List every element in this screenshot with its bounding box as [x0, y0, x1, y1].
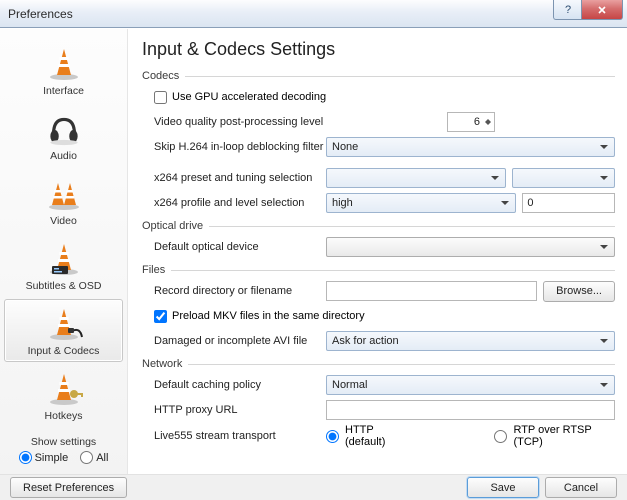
damaged-avi-combo[interactable]: Ask for action	[326, 331, 615, 351]
gpu-decoding-checkbox[interactable]	[154, 91, 167, 104]
cones-icon	[43, 176, 85, 212]
footer: Reset Preferences Save Cancel	[0, 474, 627, 500]
headphones-icon	[43, 111, 85, 147]
x264-preset-label: x264 preset and tuning selection	[142, 172, 326, 184]
group-network: Network Default caching policy Normal HT…	[142, 358, 615, 448]
video-quality-pp-spinner[interactable]: 6	[447, 112, 495, 132]
video-quality-pp-label: Video quality post-processing level	[142, 116, 326, 128]
content-panel: Input & Codecs Settings Codecs Use GPU a…	[128, 29, 627, 474]
http-proxy-label: HTTP proxy URL	[142, 404, 326, 416]
live555-label: Live555 stream transport	[142, 430, 326, 442]
x264-preset-combo[interactable]	[326, 168, 506, 188]
cone-icon	[43, 46, 85, 82]
preload-mkv-checkbox[interactable]	[154, 310, 167, 323]
group-title: Codecs	[142, 70, 185, 82]
sidebar: Interface Audio Video Subtitles & OSD	[0, 29, 128, 474]
cone-plug-icon	[43, 306, 85, 342]
sidebar-item-audio[interactable]: Audio	[4, 104, 123, 167]
titlebar: Preferences ?	[0, 0, 627, 28]
gpu-decoding-label: Use GPU accelerated decoding	[172, 91, 326, 103]
preload-mkv-label: Preload MKV files in the same directory	[172, 310, 365, 322]
damaged-avi-label: Damaged or incomplete AVI file	[142, 335, 326, 347]
help-button[interactable]: ?	[553, 0, 581, 20]
page-title: Input & Codecs Settings	[142, 39, 615, 60]
group-codecs: Codecs Use GPU accelerated decoding Vide…	[142, 70, 615, 214]
group-title: Network	[142, 358, 188, 370]
skip-h264-label: Skip H.264 in-loop deblocking filter	[142, 141, 326, 153]
live555-http-radio[interactable]: HTTP (default)	[326, 424, 411, 448]
sidebar-item-label: Hotkeys	[45, 410, 83, 422]
x264-profile-label: x264 profile and level selection	[142, 197, 326, 209]
show-settings-all-radio[interactable]: All	[80, 451, 108, 464]
http-proxy-input[interactable]	[326, 400, 615, 420]
sidebar-item-label: Interface	[43, 85, 84, 97]
x264-profile-combo[interactable]: high	[326, 193, 516, 213]
sidebar-item-label: Input & Codecs	[28, 345, 100, 357]
close-button[interactable]	[581, 0, 623, 20]
sidebar-item-input-codecs[interactable]: Input & Codecs	[4, 299, 123, 362]
sidebar-item-subtitles[interactable]: Subtitles & OSD	[4, 234, 123, 297]
sidebar-item-hotkeys[interactable]: Hotkeys	[4, 364, 123, 427]
cone-subtitle-icon	[43, 241, 85, 277]
window-title: Preferences	[8, 7, 73, 21]
default-optical-label: Default optical device	[142, 241, 326, 253]
show-settings: Show settings Simple All	[4, 434, 123, 468]
group-title: Optical drive	[142, 220, 209, 232]
record-dir-input[interactable]	[326, 281, 537, 301]
show-settings-title: Show settings	[6, 436, 121, 448]
group-files: Files Record directory or filename Brows…	[142, 264, 615, 352]
sidebar-item-label: Video	[50, 215, 77, 227]
sidebar-item-label: Subtitles & OSD	[26, 280, 102, 292]
window-buttons: ?	[553, 0, 623, 20]
live555-rtp-radio[interactable]: RTP over RTSP (TCP)	[494, 424, 615, 448]
cone-key-icon	[43, 371, 85, 407]
record-dir-label: Record directory or filename	[142, 285, 326, 297]
show-settings-simple-radio[interactable]: Simple	[19, 451, 69, 464]
cancel-button[interactable]: Cancel	[545, 477, 617, 498]
sidebar-item-interface[interactable]: Interface	[4, 39, 123, 102]
save-button[interactable]: Save	[467, 477, 539, 498]
reset-preferences-button[interactable]: Reset Preferences	[10, 477, 127, 498]
caching-combo[interactable]: Normal	[326, 375, 615, 395]
browse-button[interactable]: Browse...	[543, 281, 615, 302]
sidebar-item-label: Audio	[50, 150, 77, 162]
caching-label: Default caching policy	[142, 379, 326, 391]
sidebar-item-video[interactable]: Video	[4, 169, 123, 232]
x264-tuning-combo[interactable]	[512, 168, 615, 188]
svg-text:?: ?	[564, 5, 570, 15]
default-optical-combo[interactable]	[326, 237, 615, 257]
group-optical: Optical drive Default optical device	[142, 220, 615, 258]
group-title: Files	[142, 264, 171, 276]
skip-h264-combo[interactable]: None	[326, 137, 615, 157]
x264-level-input[interactable]	[522, 193, 615, 213]
